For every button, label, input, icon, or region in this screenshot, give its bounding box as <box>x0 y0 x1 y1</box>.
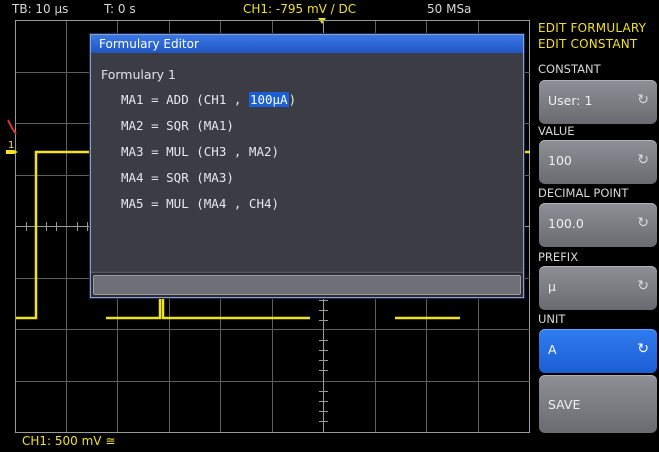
formulary-name: Formulary 1 <box>101 67 177 82</box>
formula-line-1[interactable]: MA1 = ADD (CH1 , 100µA) <box>121 92 296 107</box>
prefix-label: PREFIX <box>538 250 579 264</box>
dialog-scrollbar[interactable] <box>93 275 521 295</box>
formula-line-5[interactable]: MA5 = MUL (MA4 , CH4) <box>121 196 279 211</box>
selected-constant[interactable]: 100µA <box>248 92 289 107</box>
decimal-point-softkey[interactable]: 100.0 ↻ <box>539 203 657 247</box>
unit-softkey[interactable]: A ↻ <box>539 329 657 373</box>
formulary-editor-dialog: Formulary Editor Formulary 1 MA1 = ADD (… <box>90 34 524 298</box>
save-label: SAVE <box>548 397 581 412</box>
rotary-knob-icon: ↻ <box>637 152 649 168</box>
formula-line-2[interactable]: MA2 = SQR (MA1) <box>121 118 234 133</box>
formula-line-4[interactable]: MA4 = SQR (MA3) <box>121 170 234 185</box>
prefix-softkey[interactable]: µ ↻ <box>539 266 657 310</box>
value-value: 100 <box>548 153 572 168</box>
channel-1-marker: 1 <box>8 140 14 151</box>
formula-text-suffix: ) <box>288 92 297 107</box>
constant-label: CONSTANT <box>538 62 601 76</box>
rotary-knob-icon: ↻ <box>637 278 649 294</box>
constant-softkey[interactable]: User: 1 ↻ <box>539 80 657 124</box>
rotary-knob-icon: ↻ <box>637 215 649 231</box>
ch1-scale-readout[interactable]: CH1: 500 mV ≅ <box>22 434 115 448</box>
formula-text: MA1 = ADD (CH1 , <box>121 92 249 107</box>
dialog-body: Formulary 1 MA1 = ADD (CH1 , 100µA) MA2 … <box>91 53 523 271</box>
formula-line-3[interactable]: MA3 = MUL (CH3 , MA2) <box>121 144 279 159</box>
formula-text: MA3 = MUL (CH3 , MA2) <box>121 144 280 159</box>
decimal-point-label: DECIMAL POINT <box>538 186 629 200</box>
rotary-knob-icon: ↻ <box>637 341 649 357</box>
oscilloscope-screen: TB: 10 µs T: 0 s CH1: -795 mV / DC 50 MS… <box>0 0 659 452</box>
dialog-title-bar: Formulary Editor <box>91 35 523 53</box>
trigger-level-icon <box>7 119 17 135</box>
formula-text: MA4 = SQR (MA3) <box>121 170 234 185</box>
channel-1-ground-icon <box>6 150 18 154</box>
constant-value: User: 1 <box>548 93 593 108</box>
formula-text: MA5 = MUL (MA4 , CH4) <box>121 196 280 211</box>
menu-title-formulary: EDIT FORMULARY <box>538 21 647 35</box>
prefix-value: µ <box>548 279 556 294</box>
value-softkey[interactable]: 100 ↻ <box>539 140 657 184</box>
decimal-point-value: 100.0 <box>548 216 584 231</box>
dialog-footer <box>91 272 523 297</box>
unit-label: UNIT <box>538 312 566 326</box>
value-label: VALUE <box>538 124 575 138</box>
menu-title-constant: EDIT CONSTANT <box>538 37 638 51</box>
rotary-knob-icon: ↻ <box>637 92 649 108</box>
formula-text: MA2 = SQR (MA1) <box>121 118 234 133</box>
save-softkey[interactable]: SAVE <box>539 375 657 433</box>
softkey-menu: EDIT FORMULARY EDIT CONSTANT CONSTANT Us… <box>533 18 659 452</box>
unit-value: A <box>548 342 557 357</box>
dialog-title: Formulary Editor <box>99 37 199 51</box>
